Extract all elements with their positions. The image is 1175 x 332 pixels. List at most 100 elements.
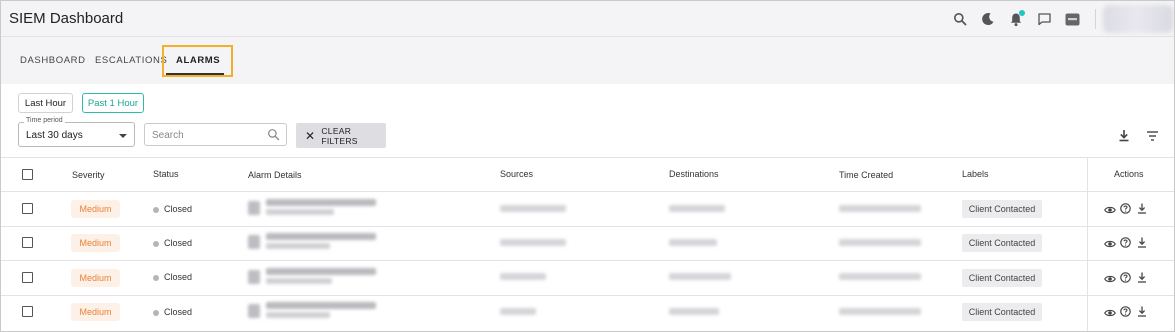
alarm-subtitle-blurred (266, 312, 330, 318)
status-dot (153, 241, 159, 247)
column-header-severity[interactable]: Severity (72, 170, 105, 180)
actions-column-divider (1087, 157, 1088, 331)
severity-badge: Medium (71, 303, 120, 321)
time-period-value: Last 30 days (26, 130, 83, 141)
topbar-separator (1095, 9, 1096, 29)
download-icon[interactable] (1137, 304, 1147, 322)
download-icon[interactable] (1118, 129, 1130, 147)
filter-icon[interactable] (1146, 129, 1159, 147)
tab-highlight-box (162, 45, 233, 77)
last-hour-button[interactable]: Last Hour (18, 93, 73, 113)
label-chip: Client Contacted (962, 200, 1042, 218)
tab-escalations[interactable]: ESCALATIONS (95, 55, 167, 66)
alarm-type-icon-blurred (248, 304, 260, 318)
alarm-title-blurred (266, 268, 376, 275)
chat-icon[interactable] (1035, 10, 1053, 28)
notification-dot (1019, 10, 1025, 16)
help-icon[interactable] (1120, 201, 1131, 219)
column-header-actions: Actions (1114, 169, 1144, 179)
time-created-blurred (839, 308, 921, 315)
table-top-border (1, 157, 1174, 158)
severity-badge: Medium (71, 200, 120, 218)
download-icon[interactable] (1137, 235, 1147, 253)
app-window: SIEM Dashboard DASHBOARD ESCALATIONS ALA… (0, 0, 1175, 332)
help-icon[interactable] (1120, 235, 1131, 253)
help-icon[interactable] (1120, 304, 1131, 322)
column-header-sources[interactable]: Sources (500, 169, 533, 179)
alarm-type-icon-blurred (248, 201, 260, 215)
sos-icon[interactable] (1063, 10, 1081, 28)
download-icon[interactable] (1137, 201, 1147, 219)
status-dot (153, 275, 159, 281)
bell-icon[interactable] (1007, 10, 1025, 28)
status-text: Closed (164, 272, 193, 282)
header-divider (1, 191, 1174, 192)
past-1-hour-button[interactable]: Past 1 Hour (82, 93, 144, 113)
tab-bar: DASHBOARD ESCALATIONS ALARMS (1, 38, 1174, 84)
alarm-type-icon-blurred (248, 270, 260, 284)
destination-blurred (669, 273, 731, 280)
row-divider (1, 226, 1174, 227)
time-created-blurred (839, 239, 921, 246)
view-icon[interactable] (1104, 202, 1116, 220)
column-header-status[interactable]: Status (153, 169, 179, 179)
destination-blurred (669, 205, 725, 212)
tab-dashboard[interactable]: DASHBOARD (20, 55, 86, 66)
alarm-title-blurred (266, 233, 376, 240)
select-all-checkbox[interactable] (22, 169, 33, 180)
status-dot (153, 310, 159, 316)
column-header-destinations[interactable]: Destinations (669, 169, 719, 179)
label-chip: Client Contacted (962, 303, 1042, 321)
search-icon (267, 128, 280, 146)
clear-filters-label: CLEAR FILTERS (321, 125, 358, 146)
row-checkbox[interactable] (22, 237, 33, 248)
row-checkbox[interactable] (22, 272, 33, 283)
label-chip: Client Contacted (962, 269, 1042, 287)
status-text: Closed (164, 204, 193, 214)
destination-blurred (669, 308, 719, 315)
search-input[interactable] (152, 128, 262, 142)
row-divider (1, 295, 1174, 296)
user-profile-blurred[interactable] (1103, 5, 1173, 33)
alarm-title-blurred (266, 302, 376, 309)
alarms-panel: Last Hour Past 1 Hour Time period Last 3… (1, 84, 1174, 331)
time-period-legend: Time period (24, 117, 65, 124)
top-bar: SIEM Dashboard (1, 1, 1174, 37)
view-icon[interactable] (1104, 271, 1116, 289)
close-icon: ✕ (305, 128, 316, 143)
column-header-labels[interactable]: Labels (962, 169, 989, 179)
status-text: Closed (164, 307, 193, 317)
source-blurred (500, 273, 546, 280)
search-field[interactable] (144, 123, 287, 146)
source-blurred (500, 308, 536, 315)
source-blurred (500, 205, 566, 212)
clear-filters-button[interactable]: ✕ CLEAR FILTERS (296, 123, 386, 148)
label-chip: Client Contacted (962, 234, 1042, 252)
time-created-blurred (839, 273, 921, 280)
chevron-down-icon (119, 134, 127, 138)
severity-badge: Medium (71, 269, 120, 287)
view-icon[interactable] (1104, 305, 1116, 323)
source-blurred (500, 239, 566, 246)
destination-blurred (669, 239, 717, 246)
alarm-subtitle-blurred (266, 243, 330, 249)
column-header-alarm-details[interactable]: Alarm Details (248, 170, 302, 180)
moon-icon[interactable] (979, 10, 997, 28)
row-checkbox[interactable] (22, 203, 33, 214)
download-icon[interactable] (1137, 270, 1147, 288)
help-icon[interactable] (1120, 270, 1131, 288)
time-created-blurred (839, 205, 921, 212)
status-text: Closed (164, 238, 193, 248)
column-header-time-created[interactable]: Time Created (839, 170, 893, 180)
alarm-title-blurred (266, 199, 376, 206)
row-checkbox[interactable] (22, 306, 33, 317)
status-dot (153, 207, 159, 213)
view-icon[interactable] (1104, 236, 1116, 254)
alarm-subtitle-blurred (266, 278, 332, 284)
app-title: SIEM Dashboard (9, 10, 124, 27)
time-period-select[interactable]: Time period Last 30 days (18, 117, 135, 147)
search-icon[interactable] (951, 10, 969, 28)
alarm-type-icon-blurred (248, 235, 260, 249)
alarm-subtitle-blurred (266, 209, 334, 215)
row-divider (1, 260, 1174, 261)
